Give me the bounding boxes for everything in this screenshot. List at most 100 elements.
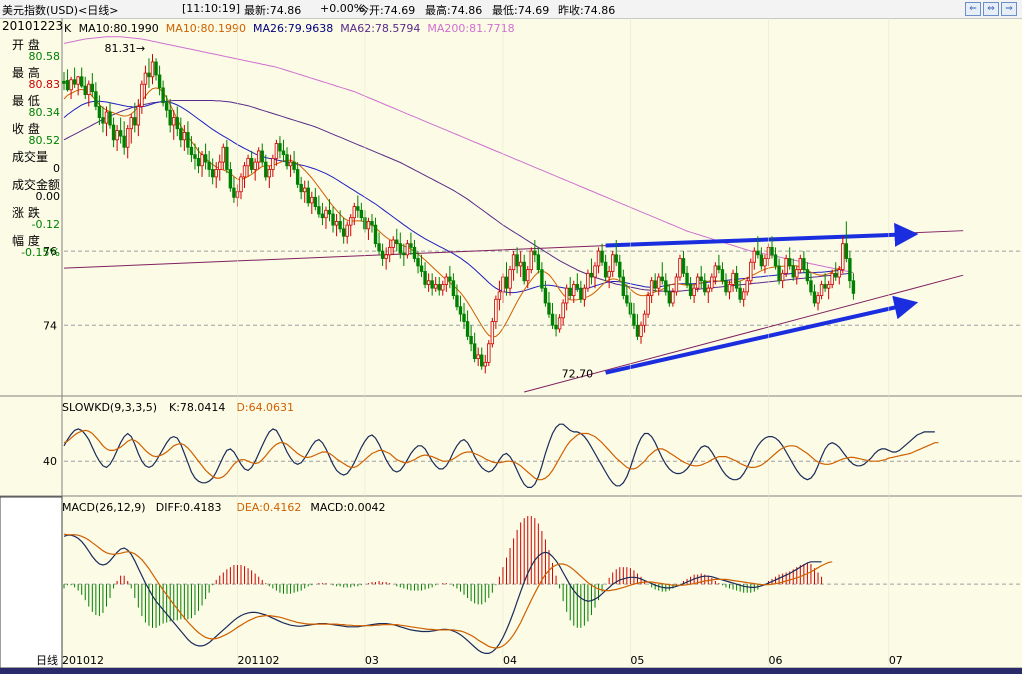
candle-body [118,130,123,137]
candle-body [490,321,495,345]
candle-body [639,324,643,337]
candle-body [306,187,310,204]
candle-body [384,254,388,259]
candle-body [366,221,371,230]
candle-body [161,87,165,104]
candle-body [607,271,611,278]
forward-arrow-icon[interactable]: ⇒ [1001,2,1017,16]
split-arrow-icon[interactable]: ⇔ [983,2,999,16]
candle-body [295,169,300,185]
candle-body [575,284,579,289]
candle-body [600,250,604,263]
candle-body [526,269,530,282]
candle-body [405,243,410,256]
candle-body [635,324,640,337]
y-tick-label: 40 [43,455,57,468]
y-tick-label: 74 [43,319,57,332]
back-arrow-icon[interactable]: ⇐ [965,2,981,16]
candle-body [681,258,686,274]
candle-body [359,209,364,219]
candle-body [136,106,141,126]
candle-body [756,250,760,256]
candle-body [122,135,126,148]
candle-body [724,280,728,293]
candle-body [749,261,753,282]
kd-d-line [63,429,939,481]
candle-body [345,224,349,237]
candle-body [476,354,480,360]
candle-body [72,79,77,85]
legend-entry: SLOWKD(9,3,3,5) [62,401,157,414]
candle-body [97,106,102,118]
panel-date: 20101223 [2,19,64,33]
candle-body [292,161,296,170]
candle-body [133,117,137,126]
candle-body [727,284,732,293]
legend-entry: DIFF:0.4183 [156,501,222,514]
candle-body [472,343,477,360]
candle-body [805,269,810,282]
instrument-name: 美元指数(USD)<日线> [2,4,119,17]
candle-body [508,269,512,289]
candle-body [589,272,594,278]
candle-body [87,83,91,95]
candle-body [331,213,335,226]
price-annotation: 72.70 [562,367,594,380]
candle-body [741,291,746,300]
candle-body [788,258,792,267]
candle-body [664,280,668,293]
legend-entry: K [64,22,72,35]
candle-body [731,272,735,285]
open-price: 今开:74.69 [358,4,416,17]
candle-body [324,209,328,219]
ma200-line [63,36,854,274]
candle-body [76,76,80,85]
candle-body [62,80,66,84]
candle-body [143,72,148,85]
candle-body [674,276,679,293]
candle-body [69,79,73,91]
candle-body [579,287,583,300]
candle-body [791,265,795,278]
candle-body [777,265,781,282]
candle-body [172,117,176,126]
candle-body [706,287,710,293]
candle-body [437,284,441,291]
candle-body [271,157,275,170]
candle-body [196,157,201,167]
x-tick-label: 07 [889,654,903,667]
prev-close-price: 昨收:74.86 [558,4,616,17]
candle-body [649,280,654,296]
period-label: 日线 [36,653,58,667]
candle-body [101,117,105,124]
candle-body [568,287,572,296]
panel-value: 80.52 [28,134,61,147]
candle-body [140,83,144,107]
candle-body [150,61,155,78]
candle-body [299,183,303,193]
stock-chart[interactable]: 7674K MA10:80.1990 MA10:80.1990 MA26:79.963… [0,18,1022,674]
candle-body [809,280,813,293]
candle-body [430,280,434,289]
candle-body [536,254,541,271]
candle-body [416,258,420,267]
candle-body [313,196,318,207]
candle-body [826,284,831,289]
candle-body [543,287,548,304]
indicator-box [0,496,63,669]
candle-body [717,265,721,271]
candle-body [370,221,374,226]
candle-body [685,272,689,285]
candle-body [288,161,293,167]
candle-body [469,335,473,345]
candle-body [94,91,98,107]
candle-body [844,243,849,259]
candle-body [391,239,395,248]
candle-body [773,254,778,267]
candle-body [582,287,587,300]
candle-body [830,272,834,285]
legend-entry: MA62:78.5794 [340,22,420,35]
candle-body [444,276,449,285]
candle-body [380,250,385,259]
candle-body [547,302,551,315]
